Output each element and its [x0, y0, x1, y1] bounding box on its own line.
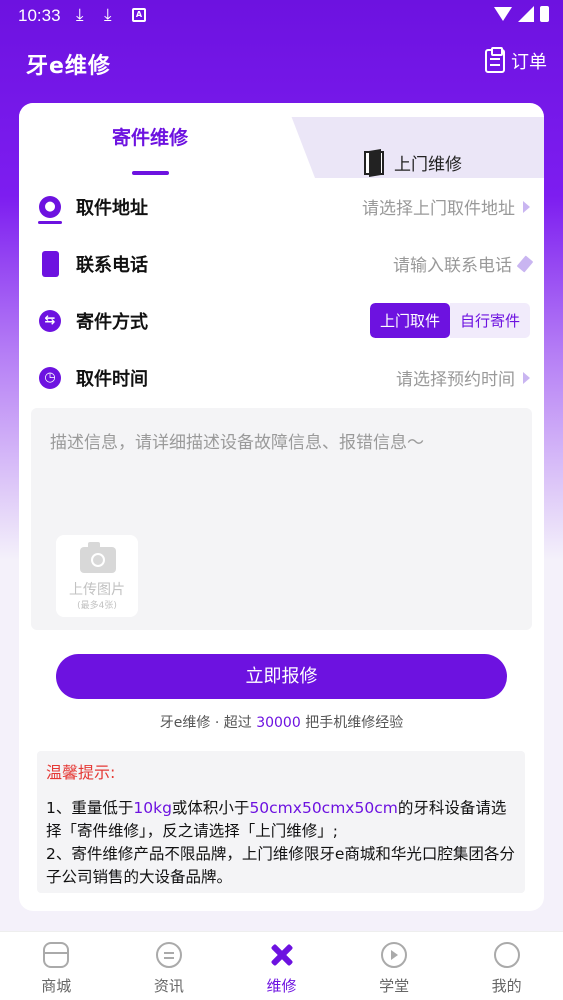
profile-icon [493, 942, 520, 968]
shipping-method-row: ⇆ 寄件方式 上门取件 自行寄件 [19, 292, 544, 349]
phone-label: 联系电话 [76, 254, 148, 276]
status-time: 10:33 [18, 6, 61, 25]
pickup-address-row[interactable]: ● 取件地址 请选择上门取件地址 [19, 178, 544, 235]
phone-field[interactable]: 请输入联系电话 [393, 251, 534, 276]
pickup-time-label: 取件时间 [76, 368, 148, 390]
wifi-icon [494, 7, 512, 21]
description-placeholder: 描述信息，请详细描述设备故障信息、报错信息～ [50, 433, 424, 453]
nav-item-class[interactable]: 学堂 [338, 932, 451, 1000]
nav-label: 我的 [491, 977, 522, 995]
repair-tools-icon [268, 942, 294, 968]
tips-text: 1、重量低于 [46, 799, 134, 817]
submit-repair-button[interactable]: 立即报修 [56, 654, 507, 699]
repair-type-tabs: 上门维修 寄件维修 [19, 103, 544, 178]
nfc-icon: A [132, 8, 146, 22]
exchange-icon: ⇆ [39, 309, 61, 332]
upload-label: 上传图片 [69, 582, 125, 598]
upload-image-button[interactable]: 上传图片 (最多4张) [56, 535, 138, 617]
tips-line-1: 1、重量低于10kg或体积小于50cmx50cmx50cm的牙科设备请选择「寄件… [46, 797, 516, 843]
pickup-time-value: 请选择预约时间 [396, 365, 530, 390]
tips-box: 温馨提示: 1、重量低于10kg或体积小于50cmx50cmx50cm的牙科设备… [37, 751, 525, 893]
nav-label: 维修 [266, 977, 297, 995]
status-indicators [494, 6, 549, 22]
pickup-time-placeholder: 请选择预约时间 [396, 370, 515, 390]
pickup-address-label: 取件地址 [76, 197, 148, 219]
upload-hint: (最多4张) [77, 601, 117, 611]
camera-icon [80, 542, 116, 573]
video-class-icon [381, 942, 408, 968]
slogan-number: 30000 [256, 715, 301, 731]
slogan-suffix: 把手机维修经验 [300, 715, 404, 731]
slogan: 牙e维修 · 超过 30000 把手机维修经验 [19, 712, 544, 732]
tips-size: 50cmx50cmx50cm [249, 799, 398, 817]
tab-mail-in-label: 寄件维修 [111, 127, 188, 149]
pickup-address-placeholder: 请选择上门取件地址 [362, 199, 515, 219]
download-icon: ⤓ [104, 5, 112, 25]
nav-label: 资讯 [153, 977, 184, 995]
pickup-address-value: 请选择上门取件地址 [362, 194, 530, 219]
tips-weight: 10kg [133, 799, 172, 817]
app-title: 牙e维修 [26, 54, 111, 79]
signal-icon [518, 6, 534, 22]
tab-indicator [132, 171, 169, 175]
clipboard-icon [485, 47, 505, 73]
tab-mail-in[interactable]: 寄件维修 [19, 103, 289, 178]
chevron-right-icon [523, 200, 530, 213]
nav-item-store[interactable]: 商城 [0, 932, 113, 1000]
tips-line-2: 2、寄件维修产品不限品牌，上门维修限牙e商城和华光口腔集团各分子公司销售的大设备… [46, 845, 515, 886]
tips-title: 温馨提示: [46, 763, 116, 782]
nav-item-news[interactable]: 资讯 [113, 932, 226, 1000]
tab-on-site-content: 上门维修 [364, 150, 462, 175]
nav-item-profile[interactable]: 我的 [450, 932, 563, 1000]
chevron-right-icon [523, 371, 530, 384]
nav-item-repair[interactable]: 维修 [225, 932, 338, 1000]
battery-icon [540, 6, 549, 22]
status-bar: 10:33 ⤓ ⤓ A [0, 0, 563, 32]
news-icon [155, 942, 182, 968]
clock-icon: ◷ [39, 366, 61, 389]
description-textarea[interactable]: 描述信息，请详细描述设备故障信息、报错信息～ 上传图片 (最多4张) [31, 408, 532, 630]
download-icon: ⤓ [76, 5, 84, 25]
location-pin-icon: ● [38, 195, 62, 224]
option-pickup[interactable]: 上门取件 [369, 303, 450, 338]
orders-label: 订单 [511, 52, 547, 73]
slogan-prefix: 牙e维修 · 超过 [159, 715, 257, 731]
pickup-time-row[interactable]: ◷ 取件时间 请选择预约时间 [19, 349, 544, 406]
shipping-method-label: 寄件方式 [76, 311, 148, 333]
phone-row[interactable]: 联系电话 请输入联系电话 [19, 235, 544, 292]
door-icon [364, 150, 384, 175]
repair-form: ● 取件地址 请选择上门取件地址 联系电话 请输入联系电话 ⇆ 寄件方式 上门取… [19, 178, 544, 406]
orders-button[interactable]: 订单 [485, 47, 547, 74]
nav-label: 学堂 [379, 977, 410, 995]
option-self-ship[interactable]: 自行寄件 [449, 303, 530, 338]
phone-icon [42, 250, 59, 277]
shipping-method-toggle: 上门取件 自行寄件 [369, 303, 530, 338]
edit-icon [516, 254, 534, 273]
bottom-nav: 商城 资讯 维修 学堂 我的 [0, 931, 563, 1000]
repair-card: 上门维修 寄件维修 ● 取件地址 请选择上门取件地址 联系电话 请输入联系电话 [19, 103, 544, 911]
tab-on-site-label: 上门维修 [394, 155, 462, 175]
nav-label: 商城 [41, 977, 72, 995]
store-icon [43, 942, 70, 968]
tips-text: 或体积小于 [171, 799, 250, 817]
phone-placeholder: 请输入联系电话 [393, 256, 512, 276]
app-bar: 牙e维修 订单 [0, 40, 563, 84]
